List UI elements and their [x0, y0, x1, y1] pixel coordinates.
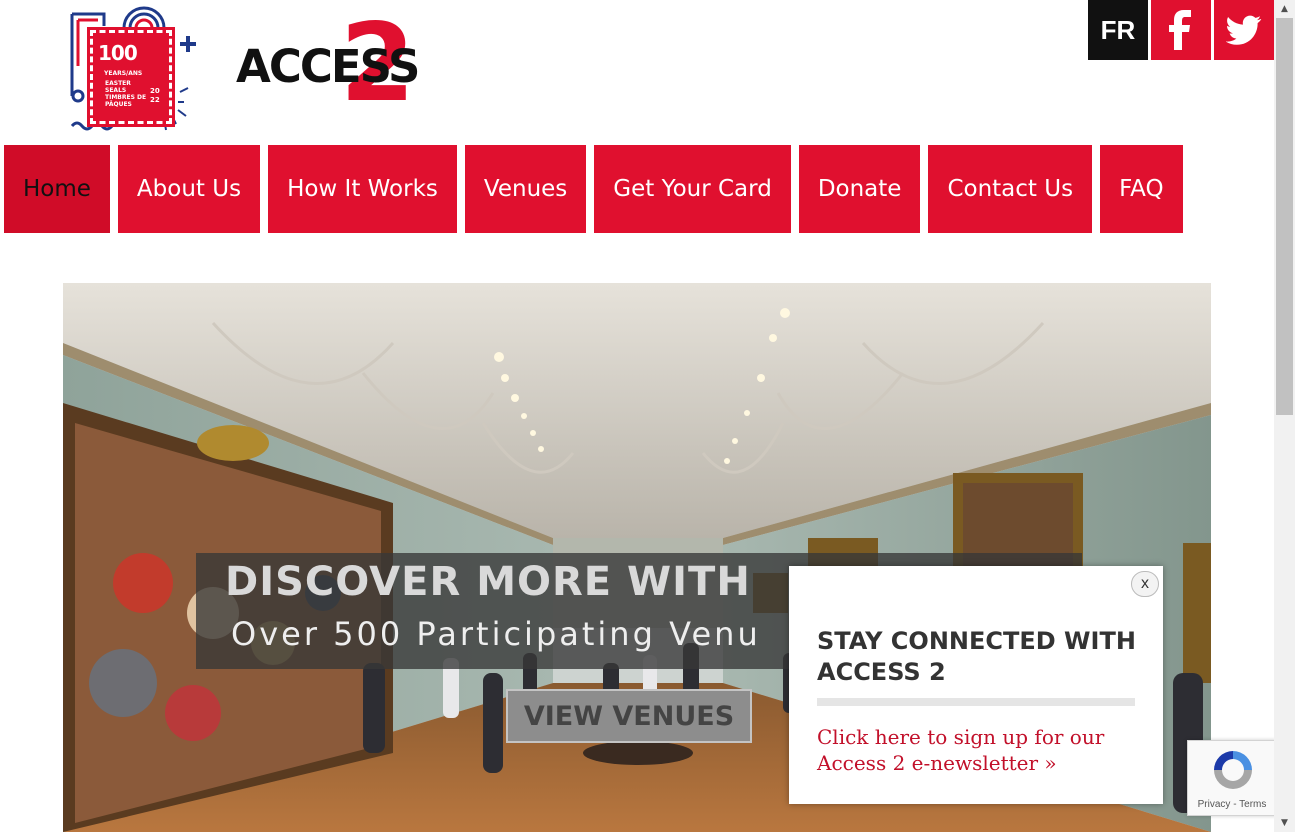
seal-name-text: EASTER SEALS TIMBRES DE PÂQUES — [105, 80, 146, 108]
seal-line-4: PÂQUES — [105, 101, 132, 108]
nav-item-faq[interactable]: FAQ — [1100, 145, 1183, 233]
nav-item-how-it-works[interactable]: How It Works — [268, 145, 457, 233]
easter-seals-100-logo[interactable]: 100 YEARS/ANS EASTER SEALS TIMBRES DE PÂ… — [68, 6, 204, 136]
view-venues-button[interactable]: VIEW VENUES — [506, 689, 752, 743]
page: 100 YEARS/ANS EASTER SEALS TIMBRES DE PÂ… — [0, 0, 1295, 832]
seal-line-2: SEALS — [105, 87, 127, 94]
seal-year-text: 20 22 — [150, 87, 160, 105]
access-logo-word: ACCESS — [236, 40, 420, 93]
seal-number: 100 — [98, 41, 138, 65]
nav-item-about-us[interactable]: About Us — [117, 145, 261, 233]
hero-subtitle: Over 500 Participating Venu — [231, 615, 761, 653]
popup-title: STAY CONNECTED WITH ACCESS 2 — [817, 627, 1136, 686]
facebook-icon — [1169, 10, 1191, 50]
page-scrollbar[interactable]: ▲ ▼ — [1274, 0, 1295, 832]
nav-item-venues[interactable]: Venues — [464, 145, 587, 233]
seal-line-1: EASTER — [105, 80, 131, 87]
scrollbar-thumb[interactable] — [1276, 18, 1293, 415]
twitter-button[interactable] — [1214, 0, 1274, 60]
nav-item-donate[interactable]: Donate — [798, 145, 921, 233]
social-bar: FR — [1088, 0, 1274, 60]
twitter-icon — [1226, 15, 1262, 45]
newsletter-signup-link[interactable]: Click here to sign up for our Access 2 e… — [817, 724, 1137, 776]
popup-close-button[interactable]: x — [1131, 571, 1159, 597]
scroll-up-arrow-icon[interactable]: ▲ — [1274, 0, 1295, 18]
seal-year-bottom: 22 — [150, 96, 160, 104]
nav-item-get-your-card[interactable]: Get Your Card — [594, 145, 791, 233]
nav-item-home[interactable]: Home — [4, 145, 110, 233]
scroll-down-arrow-icon[interactable]: ▼ — [1274, 814, 1295, 832]
hero-title: DISCOVER MORE WITH — [225, 559, 751, 605]
language-toggle-button[interactable]: FR — [1088, 0, 1148, 60]
newsletter-popup: x STAY CONNECTED WITH ACCESS 2 Click her… — [789, 566, 1163, 804]
popup-divider — [817, 698, 1135, 706]
seal-year-top: 20 — [150, 87, 160, 95]
seal-years-text: YEARS/ANS — [104, 70, 143, 77]
seal-line-3: TIMBRES DE — [105, 94, 147, 101]
main-nav: Home About Us How It Works Venues Get Yo… — [4, 145, 1183, 233]
access-2-logo[interactable]: 2 ACCESS — [236, 4, 450, 124]
nav-item-contact-us[interactable]: Contact Us — [928, 145, 1093, 233]
recaptcha-privacy-terms-link[interactable]: Privacy - Terms — [1188, 799, 1276, 810]
recaptcha-badge[interactable]: Privacy - Terms — [1187, 740, 1277, 816]
facebook-button[interactable] — [1151, 0, 1211, 60]
recaptcha-icon — [1214, 751, 1252, 789]
